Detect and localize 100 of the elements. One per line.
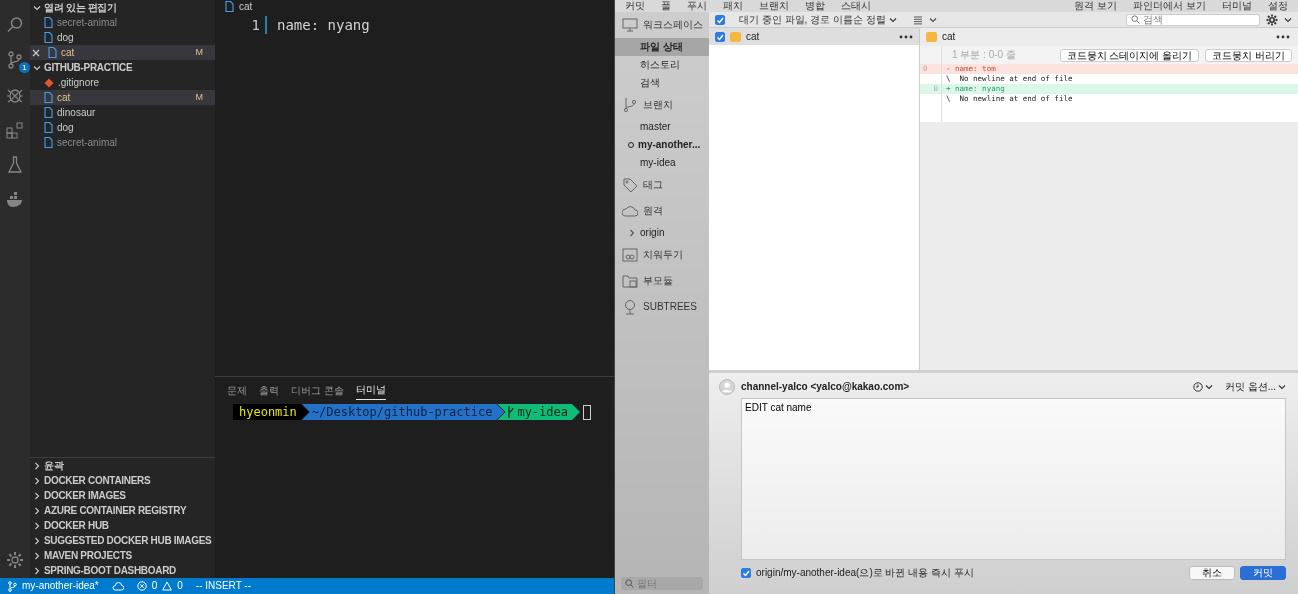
toolbar-label[interactable]: 커밋 — [625, 0, 645, 12]
file-icon — [44, 32, 53, 43]
sort-dropdown[interactable]: 대기 중인 파일, 경로 이름순 정렬 — [731, 13, 897, 26]
section-title: GITHUB-PRACTICE — [44, 61, 133, 75]
file-row[interactable]: dog — [30, 30, 215, 45]
panel-header[interactable]: DOCKER IMAGES — [30, 488, 215, 503]
sidebar-group[interactable]: 워크스페이스 — [643, 19, 703, 31]
panel-header[interactable]: DOCKER HUB — [30, 518, 215, 533]
editor-tab[interactable]: cat — [239, 0, 253, 13]
cancel-button[interactable]: 취소 — [1189, 566, 1235, 580]
file-row[interactable]: secret-animal — [30, 135, 215, 150]
tree-icon — [622, 299, 638, 315]
file-name: cat — [746, 30, 760, 43]
commit-button[interactable]: 커밋 — [1240, 566, 1286, 580]
sidebar-group[interactable]: 치워두기 — [643, 249, 683, 261]
cloud-icon — [622, 203, 638, 219]
terminal-cursor — [583, 404, 591, 420]
warning-icon[interactable] — [162, 581, 173, 591]
panel-header[interactable]: SPRING-BOOT DASHBOARD — [30, 563, 215, 578]
search-input[interactable]: 검색 — [1143, 13, 1253, 26]
panel-header[interactable]: AZURE CONTAINER REGISTRY — [30, 503, 215, 518]
more-icon[interactable] — [899, 34, 913, 39]
sidebar-item[interactable]: 검색 — [615, 74, 709, 92]
sidebar-group[interactable]: 태그 — [643, 179, 663, 191]
file-row[interactable]: dinosaur — [30, 105, 215, 120]
flask-icon[interactable] — [5, 155, 25, 175]
file-row[interactable]: .gitignore — [30, 75, 215, 90]
more-icon[interactable] — [1276, 35, 1290, 39]
panel-title: 윤곽 — [44, 459, 64, 473]
sidebar-item[interactable]: master — [640, 121, 671, 133]
hunk-button[interactable]: 코드뭉치 스테이지에 올리기 — [1059, 48, 1200, 62]
hunk-button[interactable]: 코드뭉치 버리기 — [1205, 48, 1292, 62]
panel-tab[interactable]: 디버그 콘솔 — [291, 382, 344, 400]
sidebar-item[interactable]: 파일 상태 — [615, 38, 709, 56]
close-icon[interactable] — [32, 48, 40, 57]
toolbar-label[interactable]: 원격 보기 — [1074, 0, 1118, 12]
panel-header[interactable]: 윤곽 — [30, 458, 215, 473]
list-icon[interactable] — [912, 14, 923, 25]
sidebar-item[interactable]: my-idea — [640, 157, 676, 169]
search-icon — [625, 579, 634, 588]
status-letter: M — [195, 91, 203, 104]
panel-header[interactable]: DOCKER CONTAINERS — [30, 473, 215, 488]
panel-header[interactable]: MAVEN PROJECTS — [30, 548, 215, 563]
branch-icon — [8, 580, 17, 592]
diamond-icon — [44, 77, 54, 88]
panel-title: MAVEN PROJECTS — [44, 549, 132, 563]
checkbox[interactable] — [715, 31, 725, 42]
sidebar-item[interactable]: origin — [640, 227, 665, 239]
toolbar-label[interactable]: 병합 — [805, 0, 825, 12]
checkbox[interactable] — [741, 568, 751, 578]
file-row[interactable]: cat M — [30, 90, 215, 105]
toolbar-label[interactable]: 패치 — [723, 0, 743, 12]
file-icon — [44, 137, 53, 148]
file-name: dog — [57, 121, 74, 135]
warning-count[interactable]: 0 — [177, 580, 183, 592]
checkbox[interactable] — [715, 14, 725, 25]
message-field[interactable]: EDIT cat name — [741, 398, 1286, 560]
settings-icon[interactable] — [1266, 13, 1278, 26]
panel-tab[interactable]: 터미널 — [355, 382, 386, 400]
error-count[interactable]: 0 — [151, 580, 158, 592]
error-icon[interactable] — [136, 581, 147, 591]
panel-tab[interactable]: 문제 — [227, 382, 247, 400]
branch-name[interactable]: my-another-idea* — [22, 580, 99, 592]
file-row[interactable]: cat M — [30, 45, 215, 60]
toolbar-label[interactable]: 푸시 — [687, 0, 707, 12]
commit-options-button[interactable]: 커밋 옵션... — [1214, 381, 1276, 393]
toolbar-label[interactable]: 브랜치 — [759, 0, 789, 12]
prompt-text: ~/Desktop/github-practice — [311, 404, 493, 420]
panel-tab[interactable]: 출력 — [259, 382, 279, 400]
file-row[interactable]: dog — [30, 120, 215, 135]
clock-icon[interactable] — [1192, 382, 1203, 392]
sidebar-item[interactable]: 히스토리 — [615, 56, 709, 74]
sidebar-group[interactable]: 원격 — [643, 205, 663, 217]
file-name: secret-animal — [57, 136, 118, 150]
file-name: secret-animal — [57, 16, 118, 30]
toolbar-label[interactable]: 설정 — [1268, 0, 1288, 12]
sidebar-group[interactable]: 브랜치 — [643, 99, 673, 111]
search-icon — [1131, 15, 1140, 24]
extensions-icon[interactable] — [5, 120, 25, 140]
prompt-text: my-idea — [517, 404, 568, 420]
search-field[interactable]: 검색 — [1126, 13, 1260, 26]
toolbar-label[interactable]: 파인더에서 보기 — [1133, 0, 1206, 12]
chevron-down-icon — [888, 15, 897, 24]
toolbar-label[interactable]: 풀 — [661, 0, 671, 12]
sidebar-group[interactable]: 부모듈 — [643, 275, 673, 287]
toolbar-label[interactable]: 스태시 — [841, 0, 871, 12]
whale-icon[interactable] — [5, 190, 25, 210]
search-icon[interactable] — [5, 15, 25, 35]
sidebar-group[interactable]: SUBTREES — [643, 301, 697, 313]
section-header[interactable]: GITHUB-PRACTICE — [30, 60, 215, 75]
box-icon — [622, 247, 638, 263]
file-row[interactable]: secret-animal — [30, 15, 215, 30]
section-header[interactable]: 열려 있는 편집기 — [30, 0, 215, 15]
source-control-icon[interactable] — [5, 50, 25, 70]
panel-title: DOCKER CONTAINERS — [44, 474, 151, 488]
panel-header[interactable]: SUGGESTED DOCKER HUB IMAGES — [30, 533, 215, 548]
file-row[interactable]: cat — [709, 28, 919, 45]
cloud-icon[interactable] — [111, 581, 124, 591]
sidebar-item[interactable]: my-another... — [638, 139, 701, 151]
toolbar-label[interactable]: 터미널 — [1222, 0, 1252, 12]
